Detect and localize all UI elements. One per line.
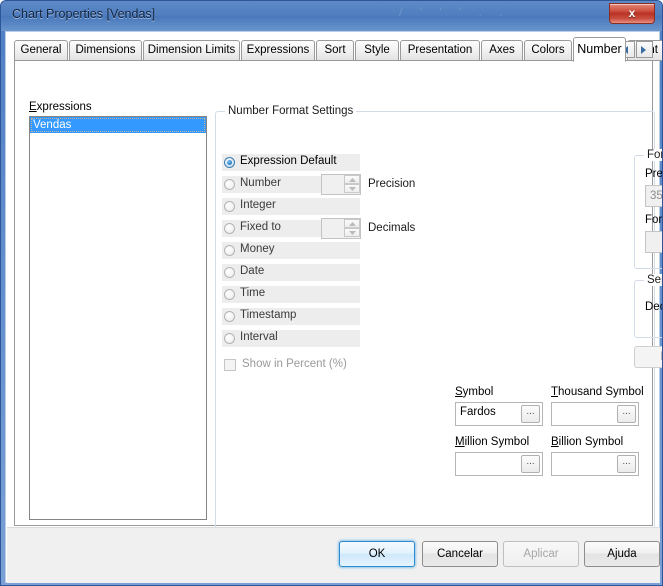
- window-title: Chart Properties [Vendas]: [12, 7, 156, 21]
- expressions-label-accel: E: [29, 101, 37, 113]
- million-symbol-label-rest: illion Symbol: [464, 436, 530, 448]
- show-in-percent-label: Show in Percent (%): [242, 358, 347, 370]
- decimals-stepper-buttons[interactable]: [344, 219, 360, 238]
- tab-general[interactable]: General: [14, 40, 68, 61]
- thousand-symbol-field[interactable]: ...: [551, 402, 639, 426]
- precision-stepper-buttons[interactable]: [344, 175, 360, 194]
- tab-number[interactable]: Number: [573, 37, 626, 62]
- cancelar-button[interactable]: Cancelar: [422, 541, 498, 567]
- radio-label: Number: [240, 177, 281, 189]
- radio-date[interactable]: Date: [222, 264, 360, 281]
- number-format-settings-group: Number Format Settings Expression Defaul…: [215, 105, 662, 541]
- billion-symbol-browse-button[interactable]: ...: [617, 455, 636, 473]
- billion-symbol-label-rest: illion Symbol: [558, 436, 624, 448]
- radio-mark-icon: [224, 311, 235, 322]
- tab-strip: General Dimensions Dimension Limits Express…: [14, 37, 662, 62]
- dialog-client-area: General Dimensions Dimension Limits Express…: [5, 31, 662, 583]
- radio-label: Integer: [240, 199, 276, 211]
- precision-decrement-button[interactable]: [344, 184, 360, 193]
- radio-label: Timestamp: [240, 309, 297, 321]
- expressions-list[interactable]: Vendas: [29, 116, 207, 520]
- radio-mark-icon: [224, 267, 235, 278]
- radio-label: Interval: [240, 331, 278, 343]
- decimal-separator-label: Decimal: [645, 301, 662, 313]
- symbol-label: Symbol: [455, 386, 493, 398]
- title-watermark: / ' ' ' . .: [399, 5, 510, 19]
- radio-timestamp[interactable]: Timestamp: [222, 308, 360, 325]
- tab-sort[interactable]: Sort: [316, 40, 354, 61]
- radio-label: Date: [240, 265, 265, 277]
- ok-button[interactable]: OK: [339, 541, 415, 567]
- symbol-browse-button[interactable]: ...: [521, 405, 540, 423]
- scroll-tabs-right-icon[interactable]: [636, 41, 653, 58]
- tab-axes[interactable]: Axes: [481, 40, 523, 61]
- format-group-title: Format: [644, 149, 662, 161]
- million-symbol-browse-button[interactable]: ...: [521, 455, 540, 473]
- precision-increment-button[interactable]: [344, 175, 360, 184]
- decimals-increment-button[interactable]: [344, 219, 360, 228]
- radio-mark-icon: [224, 289, 235, 300]
- iso-button[interactable]: ISO: [634, 346, 662, 368]
- preview-label: Preview: [645, 168, 663, 180]
- radio-mark-icon: [224, 245, 235, 256]
- symbol-label-accel: S: [455, 386, 463, 398]
- thousand-symbol-label: Thousand Symbol: [551, 386, 644, 398]
- symbol-label-rest: ymbol: [462, 386, 494, 398]
- format-pattern-label: Format Pattern: [645, 214, 663, 226]
- tab-style[interactable]: Style: [355, 40, 399, 61]
- billion-symbol-label: Billion Symbol: [551, 436, 623, 448]
- radio-label: Fixed to: [240, 221, 281, 233]
- symbol-value: Fardos: [460, 406, 496, 418]
- radio-expression-default[interactable]: Expression Default: [222, 154, 360, 171]
- tab-dimension-limits[interactable]: Dimension Limits: [143, 40, 240, 61]
- billion-symbol-field[interactable]: ...: [551, 452, 639, 476]
- tab-colors[interactable]: Colors: [524, 40, 572, 61]
- precision-label: Precision: [368, 178, 416, 190]
- tab-page-number: Expressions Vendas Number Format Setting…: [14, 61, 662, 541]
- separators-group-title: Separators: [644, 274, 662, 286]
- aplicar-button: Aplicar: [503, 541, 579, 567]
- tab-expressions[interactable]: Expressions: [241, 40, 315, 61]
- dialog-window: Chart Properties [Vendas] / ' ' ' . . x …: [0, 0, 663, 586]
- decimals-label: Decimals: [368, 222, 416, 234]
- radio-label: Time: [240, 287, 266, 299]
- radio-mark-icon: [224, 179, 235, 190]
- format-pattern-field[interactable]: [645, 231, 662, 253]
- dialog-footer: OK Cancelar Aplicar Ajuda: [7, 527, 660, 583]
- tab-presentation[interactable]: Presentation: [400, 40, 480, 61]
- precision-stepper[interactable]: [321, 174, 361, 195]
- radio-label: Expression Default: [240, 155, 337, 167]
- radio-integer[interactable]: Integer: [222, 198, 360, 215]
- radio-mark-icon: [224, 157, 235, 168]
- radio-mark-icon: [224, 333, 235, 344]
- million-symbol-field[interactable]: ...: [455, 452, 543, 476]
- million-symbol-label: Million Symbol: [455, 436, 529, 448]
- format-group: Format Preview 35571,9 Format Pattern: [634, 149, 663, 269]
- checkbox-box-icon: [224, 359, 236, 371]
- billion-symbol-label-accel: B: [551, 436, 559, 448]
- thousand-symbol-browse-button[interactable]: ...: [617, 405, 636, 423]
- expressions-label-rest: xpressions: [36, 101, 92, 113]
- radio-mark-icon: [224, 223, 235, 234]
- million-symbol-label-accel: M: [455, 436, 465, 448]
- radio-label: Money: [240, 243, 275, 255]
- number-format-settings-title: Number Format Settings: [225, 105, 357, 117]
- tab-dimensions[interactable]: Dimensions: [69, 40, 142, 61]
- ajuda-button[interactable]: Ajuda: [584, 541, 660, 567]
- close-button[interactable]: x: [609, 3, 655, 24]
- radio-interval[interactable]: Interval: [222, 330, 360, 347]
- expression-list-item[interactable]: Vendas: [30, 117, 206, 133]
- thousand-symbol-label-rest: housand Symbol: [558, 386, 644, 398]
- thousand-symbol-label-accel: T: [551, 386, 559, 398]
- title-bar: Chart Properties [Vendas] / ' ' ' . . x: [1, 1, 662, 31]
- preview-field: 35571,9: [645, 185, 662, 207]
- radio-mark-icon: [224, 201, 235, 212]
- decimals-stepper[interactable]: [321, 218, 361, 239]
- radio-money[interactable]: Money: [222, 242, 360, 259]
- symbol-field[interactable]: Fardos...: [455, 402, 543, 426]
- separators-group: Separators Decimal , Thousand .: [634, 274, 662, 338]
- decimals-decrement-button[interactable]: [344, 228, 360, 237]
- expressions-label: Expressions: [29, 101, 92, 113]
- radio-time[interactable]: Time: [222, 286, 360, 303]
